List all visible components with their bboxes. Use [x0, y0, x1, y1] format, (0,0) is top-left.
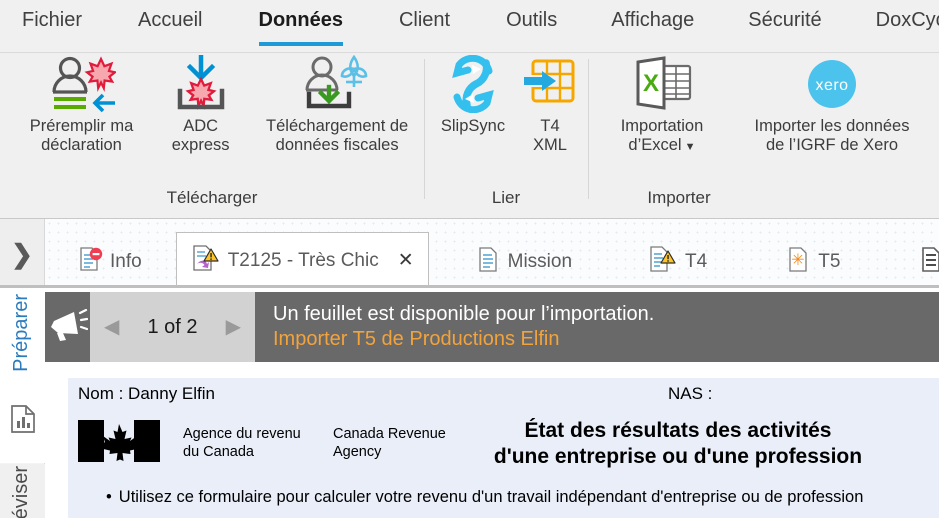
ribbon: Fichier Accueil Données Client Outils Af… — [0, 0, 939, 218]
document-title: État des résultats des activités d'une e… — [398, 418, 939, 469]
form-tabs: Info T2125 - Très Chic ✕ Mission T4 ✳ T5 — [45, 219, 939, 288]
form-document-t2125: Nom : Danny Elfin NAS : Agence du revenu… — [68, 378, 939, 518]
nav-label-preparer: Préparer — [10, 294, 32, 372]
form-tab-label: Info — [110, 251, 142, 272]
form-tab-t4[interactable]: T4 — [630, 236, 725, 288]
ribbon-tab-securite[interactable]: Sécurité — [748, 10, 821, 36]
document-list-icon — [920, 246, 939, 278]
form-tab-info[interactable]: Info — [59, 236, 160, 288]
cra-name-fr: Agence du revenu du Canada — [183, 425, 301, 460]
cra-logo-block: Agence du revenu du Canada Canada Revenu… — [78, 420, 446, 467]
ribbon-tab-affichage[interactable]: Affichage — [611, 10, 694, 36]
form-tab-mission[interactable]: Mission — [459, 236, 590, 288]
document-error-icon — [77, 246, 103, 278]
notification-banner: ◀ 1 of 2 ▶ Un feuillet est disponible po… — [45, 292, 939, 362]
ribbon-group-importer: X Importation d’Excel ▼ xero Importer le… — [589, 53, 939, 213]
form-tab-label: T5 — [818, 251, 841, 272]
nav-group-preparer[interactable]: Préparer — [0, 288, 45, 463]
ribbon-content: Préremplir ma déclaration ADC express Té… — [0, 53, 939, 218]
form-tab-label: T2125 - Très Chic — [227, 249, 379, 271]
banner-message: Un feuillet est disponible pour l’import… — [255, 292, 939, 362]
document-taxpayer-name: Nom : Danny Elfin — [78, 384, 215, 403]
document-title-line-2: d'une entreprise ou d'une profession — [493, 444, 863, 468]
document-sin-label: NAS : — [668, 384, 713, 403]
form-tab-overflow[interactable] — [902, 236, 939, 288]
command-label: ADC express — [171, 117, 230, 154]
ribbon-group-label-telecharger: Télécharger — [166, 188, 258, 207]
application-window: Fichier Accueil Données Client Outils Af… — [0, 0, 939, 518]
ribbon-tab-fichier[interactable]: Fichier — [22, 10, 82, 36]
ribbon-tab-doxcycle[interactable]: DoxCycle — [876, 10, 939, 36]
nav-group-reviser[interactable]: Réviser — [0, 464, 45, 518]
megaphone-icon — [45, 292, 90, 362]
tabstrip-bottom-border — [0, 285, 939, 288]
t4-xml-grid-icon — [522, 53, 578, 115]
pager-next-button[interactable]: ▶ — [226, 317, 241, 337]
form-tab-strip: ❯ Info T2125 - Très Chic ✕ Mission T4 ✳ … — [0, 218, 939, 288]
ribbon-tab-bar: Fichier Accueil Données Client Outils Af… — [0, 0, 939, 46]
form-tab-label: Mission — [507, 251, 573, 272]
command-importer-igrf-xero[interactable]: xero Importer les données de l’IGRF de X… — [727, 53, 937, 155]
command-label: SlipSync — [440, 117, 506, 135]
document-warning-edit-icon — [191, 244, 221, 278]
xero-logo-icon: xero — [803, 53, 861, 115]
banner-title: Un feuillet est disponible pour l’import… — [273, 303, 655, 325]
prefill-return-icon — [46, 53, 117, 115]
document-instruction-text: Utilisez ce formulaire pour calculer vot… — [118, 488, 864, 506]
svg-text:xero: xero — [815, 77, 848, 94]
nav-label-reviser: Réviser — [10, 466, 32, 518]
pager-prev-button[interactable]: ◀ — [104, 317, 119, 337]
ribbon-group-label-importer: Importer — [647, 188, 711, 207]
banner-pager: ◀ 1 of 2 ▶ — [90, 292, 255, 362]
canada-flag-icon — [78, 420, 173, 467]
slipsync-icon — [445, 53, 501, 115]
document-header-row: Nom : Danny Elfin NAS : — [68, 378, 939, 412]
command-label: Importation d’Excel ▼ — [621, 117, 704, 155]
chart-document-icon[interactable] — [9, 404, 37, 439]
ribbon-group-telecharger: Préremplir ma déclaration ADC express Té… — [0, 53, 424, 213]
command-adc-express[interactable]: ADC express — [151, 53, 250, 155]
tax-data-download-icon — [298, 53, 376, 115]
document-warning-icon — [648, 245, 678, 279]
chevron-down-icon[interactable]: ▼ — [682, 141, 696, 153]
ribbon-tab-outils[interactable]: Outils — [506, 10, 557, 36]
ribbon-tab-client[interactable]: Client — [399, 10, 450, 36]
adc-express-download-icon — [170, 53, 232, 115]
document-icon — [477, 246, 501, 278]
command-label: Préremplir ma déclaration — [29, 117, 134, 154]
chevron-right-icon: ❯ — [11, 238, 33, 269]
command-label: T4 XML — [533, 117, 567, 154]
form-tab-t5[interactable]: ✳ T5 — [769, 236, 858, 288]
form-tab-t2125[interactable]: T2125 - Très Chic ✕ — [175, 232, 429, 288]
command-telechargement-donnees-fiscales[interactable]: Téléchargement de données fiscales — [250, 53, 424, 155]
close-icon[interactable]: ✕ — [398, 249, 414, 272]
form-tab-label: T4 — [685, 251, 708, 272]
bullet-icon: • — [106, 488, 112, 506]
banner-action-link[interactable]: Importer T5 de Productions Elfin — [273, 328, 939, 351]
command-importation-excel[interactable]: X Importation d’Excel ▼ — [597, 53, 727, 155]
command-slipsync[interactable]: SlipSync — [431, 53, 515, 136]
command-label: Téléchargement de données fiscales — [266, 117, 409, 154]
expand-sidebar-button[interactable]: ❯ — [0, 219, 45, 288]
left-vertical-nav: Préparer Réviser — [0, 288, 45, 518]
excel-import-icon: X — [626, 53, 698, 115]
document-instruction-bullet: • Utilisez ce formulaire pour calculer vo… — [106, 488, 863, 507]
command-preremplir-ma-declaration[interactable]: Préremplir ma déclaration — [12, 53, 151, 155]
pager-count: 1 of 2 — [147, 315, 198, 338]
ribbon-tab-donnees[interactable]: Données — [258, 10, 344, 46]
ribbon-tab-accueil[interactable]: Accueil — [138, 10, 202, 36]
svg-text:✳: ✳ — [792, 252, 805, 269]
command-label: Importer les données de l’IGRF de Xero — [754, 117, 910, 154]
svg-text:X: X — [643, 70, 659, 97]
document-title-line-1: État des résultats des activités — [524, 419, 832, 442]
document-asterisk-icon: ✳ — [787, 246, 811, 278]
command-t4-xml[interactable]: T4 XML — [515, 53, 585, 155]
